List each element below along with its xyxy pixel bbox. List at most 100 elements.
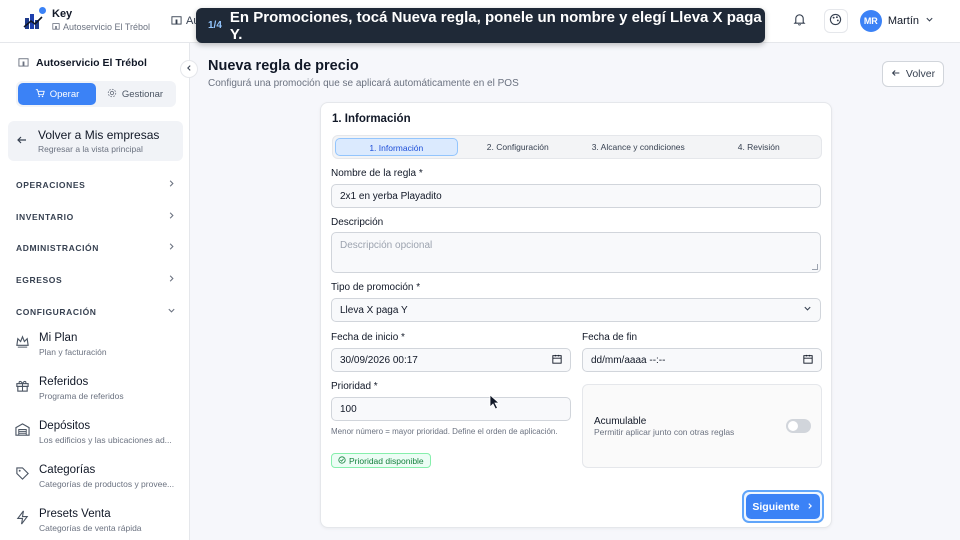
bell-icon bbox=[793, 13, 806, 29]
warehouse-icon bbox=[15, 422, 31, 438]
cart-icon bbox=[35, 88, 45, 101]
section-label: OPERACIONES bbox=[16, 179, 86, 190]
section-label: CONFIGURACIÓN bbox=[16, 306, 97, 317]
priority-input[interactable]: 100 bbox=[331, 397, 571, 421]
promo-type-select[interactable]: Lleva X paga Y bbox=[331, 298, 821, 322]
section-label: EGRESOS bbox=[16, 274, 63, 285]
resize-handle[interactable] bbox=[812, 264, 818, 270]
sidebar-item-presets-venta[interactable]: Presets Venta Categorías de venta rápida bbox=[15, 508, 180, 533]
brand-name: Key bbox=[52, 8, 73, 20]
theme-button[interactable] bbox=[823, 9, 848, 33]
brand-logo-icon bbox=[22, 7, 46, 31]
sidebar-item-subtitle: Los edificios y las ubicaciones ad... bbox=[39, 435, 172, 445]
section-configuracion[interactable]: CONFIGURACIÓN bbox=[16, 306, 176, 317]
sidebar-item-mi-plan[interactable]: Mi Plan Plan y facturación bbox=[15, 332, 180, 357]
promo-type-label: Tipo de promoción * bbox=[331, 282, 421, 293]
back-button-label: Volver bbox=[905, 68, 936, 80]
next-button-highlight: Siguiente bbox=[742, 490, 824, 523]
rule-form-card: 1. Información 1. Información 2. Configu… bbox=[320, 102, 832, 528]
lightning-icon bbox=[15, 510, 31, 526]
back-to-companies[interactable]: Volver a Mis empresas Regresar a la vist… bbox=[8, 121, 183, 161]
mode-operar-button[interactable]: Operar bbox=[18, 83, 96, 105]
brand[interactable]: Key Autoservicio El Trébol bbox=[22, 7, 151, 32]
arrow-left-icon bbox=[16, 134, 28, 149]
step-informacion[interactable]: 1. Información bbox=[335, 138, 458, 156]
mode-gestionar-label: Gestionar bbox=[121, 88, 164, 100]
end-date-input[interactable]: dd/mm/aaaa --:-- bbox=[582, 348, 822, 372]
chevron-right-icon bbox=[167, 274, 176, 285]
rule-name-value: 2x1 en yerba Playadito bbox=[340, 190, 442, 202]
store-icon bbox=[18, 56, 29, 70]
sidebar-collapse-button[interactable] bbox=[180, 60, 198, 78]
cumulative-title: Acumulable bbox=[594, 416, 647, 427]
sidebar-item-title: Depósitos bbox=[39, 420, 91, 432]
card-title: 1. Información bbox=[332, 113, 411, 125]
gear-icon bbox=[107, 88, 117, 101]
section-operaciones[interactable]: OPERACIONES bbox=[16, 179, 176, 190]
description-label: Descripción bbox=[331, 217, 384, 228]
rule-name-input[interactable]: 2x1 en yerba Playadito bbox=[331, 184, 821, 208]
palette-icon bbox=[829, 13, 842, 29]
sidebar-item-title: Categorías bbox=[39, 464, 96, 476]
toggle-knob bbox=[788, 421, 798, 431]
arrow-left-icon bbox=[891, 68, 901, 81]
notification-dot bbox=[39, 7, 46, 14]
priority-value: 100 bbox=[340, 403, 357, 415]
start-date-value: 30/09/2026 00:17 bbox=[340, 354, 418, 366]
notifications-button[interactable] bbox=[788, 9, 812, 33]
chevron-down-icon bbox=[803, 304, 812, 316]
chevron-down-icon bbox=[925, 15, 934, 27]
cumulative-toggle[interactable] bbox=[786, 419, 811, 433]
priority-help-text: Menor número = mayor prioridad. Define e… bbox=[331, 427, 558, 436]
tour-tooltip: 1/4 En Promociones, tocá Nueva regla, po… bbox=[196, 8, 765, 43]
section-label: ADMINISTRACIÓN bbox=[16, 242, 100, 253]
check-circle-icon bbox=[338, 455, 346, 466]
step-revision[interactable]: 4. Revisión bbox=[699, 138, 820, 156]
chevron-down-icon bbox=[167, 306, 176, 317]
section-label: INVENTARIO bbox=[16, 211, 74, 222]
section-inventario[interactable]: INVENTARIO bbox=[16, 211, 176, 222]
sidebar-item-subtitle: Categorías de productos y provee... bbox=[39, 479, 175, 489]
start-date-input[interactable]: 30/09/2026 00:17 bbox=[331, 348, 571, 372]
chevron-right-icon bbox=[167, 242, 176, 253]
step-alcance[interactable]: 3. Alcance y condiciones bbox=[578, 138, 699, 156]
page-title: Nueva regla de precio bbox=[208, 58, 359, 74]
name-label: Nombre de la regla * bbox=[331, 168, 423, 179]
tag-icon bbox=[15, 466, 31, 482]
mouse-cursor-icon bbox=[489, 394, 501, 413]
sidebar-item-title: Referidos bbox=[39, 376, 89, 388]
cumulative-subtitle: Permitir aplicar junto con otras reglas bbox=[594, 427, 735, 437]
sidebar-item-depositos[interactable]: Depósitos Los edificios y las ubicaciones… bbox=[15, 420, 180, 445]
section-egresos[interactable]: EGRESOS bbox=[16, 274, 176, 285]
mode-gestionar-button[interactable]: Gestionar bbox=[96, 83, 174, 105]
back-subtitle: Regresar a la vista principal bbox=[38, 144, 143, 154]
sidebar-item-subtitle: Categorías de venta rápida bbox=[39, 523, 142, 533]
sidebar-item-categorias[interactable]: Categorías Categorías de productos y prov… bbox=[15, 464, 180, 489]
mode-operar-label: Operar bbox=[49, 88, 80, 100]
next-button[interactable]: Siguiente bbox=[746, 494, 820, 519]
description-textarea[interactable]: Descripción opcional bbox=[331, 232, 821, 273]
next-button-label: Siguiente bbox=[752, 500, 800, 513]
sidebar-item-subtitle: Programa de referidos bbox=[39, 391, 124, 401]
sidebar: Autoservicio El Trébol Operar Gestionar … bbox=[0, 43, 190, 540]
user-menu[interactable]: MR Martín bbox=[859, 10, 934, 32]
priority-label: Prioridad * bbox=[331, 381, 378, 392]
chevron-left-icon bbox=[185, 63, 193, 75]
back-button[interactable]: Volver bbox=[882, 61, 944, 87]
sidebar-item-title: Presets Venta bbox=[39, 508, 111, 520]
gift-icon bbox=[15, 378, 31, 394]
section-administracion[interactable]: ADMINISTRACIÓN bbox=[16, 242, 176, 253]
tour-step-counter: 1/4 bbox=[208, 20, 222, 31]
step-configuracion[interactable]: 2. Configuración bbox=[458, 138, 579, 156]
calendar-icon[interactable] bbox=[803, 354, 813, 367]
user-name: Martín bbox=[887, 15, 919, 27]
sidebar-item-referidos[interactable]: Referidos Programa de referidos bbox=[15, 376, 180, 401]
sidebar-store: Autoservicio El Trébol bbox=[18, 56, 147, 70]
avatar: MR bbox=[859, 10, 882, 32]
sidebar-item-title: Mi Plan bbox=[39, 332, 78, 344]
calendar-icon[interactable] bbox=[552, 354, 562, 367]
chevron-right-icon bbox=[167, 211, 176, 222]
back-title: Volver a Mis empresas bbox=[38, 128, 160, 142]
brand-store: Autoservicio El Trébol bbox=[63, 22, 151, 32]
promo-type-value: Lleva X paga Y bbox=[340, 304, 408, 316]
